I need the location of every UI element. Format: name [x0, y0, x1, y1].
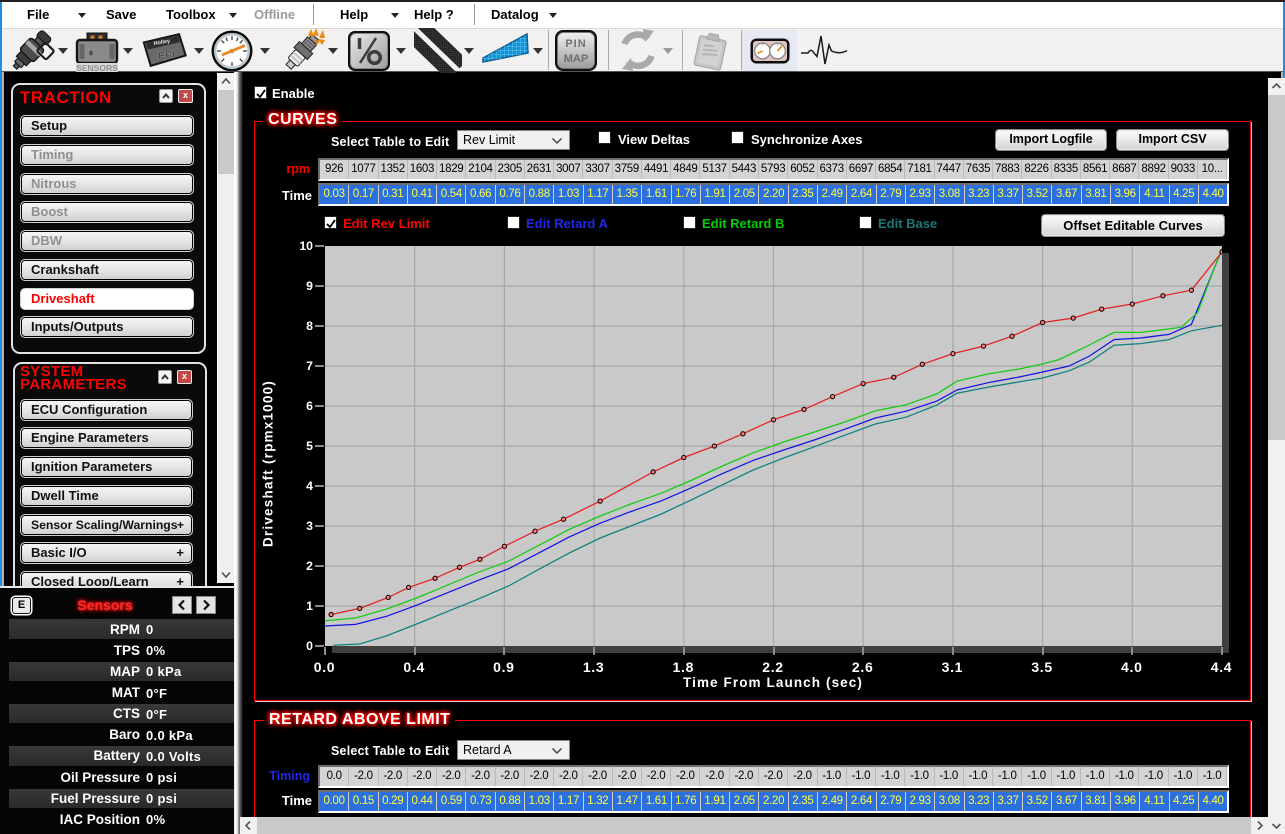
svg-text:MAP: MAP	[564, 53, 588, 65]
svg-text:SENSORS: SENSORS	[76, 63, 118, 72]
svg-text:EFI: EFI	[157, 49, 175, 63]
svg-text:PIN: PIN	[565, 38, 586, 50]
